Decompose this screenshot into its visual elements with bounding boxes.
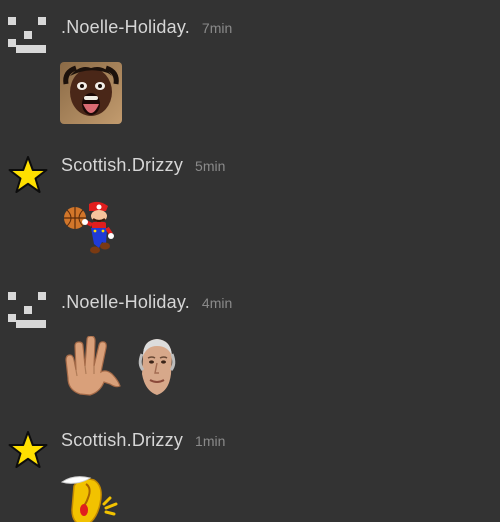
shocked-face-sticker[interactable] (60, 62, 122, 124)
message: .Noelle-Holiday. 4min (0, 292, 500, 402)
yellow-cartoon-sticker[interactable] (60, 474, 126, 522)
chat-feed: .Noelle-Holiday. 7min Scottish.Drizzy 5m… (0, 0, 500, 522)
timestamp: 1min (195, 433, 226, 449)
star-icon[interactable] (8, 155, 48, 195)
mario-basketball-sticker[interactable] (62, 200, 114, 260)
pixel-face-icon[interactable] (8, 17, 48, 57)
message-header: Scottish.Drizzy 5min (61, 155, 225, 176)
face-cutout-sticker[interactable] (135, 336, 179, 398)
message-header: Scottish.Drizzy 1min (61, 430, 225, 451)
waving-hand-sticker[interactable] (60, 336, 124, 398)
message-header: .Noelle-Holiday. 4min (61, 292, 232, 313)
timestamp: 7min (201, 20, 233, 36)
username[interactable]: .Noelle-Holiday. (61, 17, 190, 37)
message-header: .Noelle-Holiday. 7min (61, 17, 232, 38)
username[interactable]: Scottish.Drizzy (61, 430, 183, 450)
message: Scottish.Drizzy 5min (0, 155, 500, 265)
timestamp: 4min (201, 295, 233, 311)
username[interactable]: .Noelle-Holiday. (61, 292, 190, 312)
message: .Noelle-Holiday. 7min (0, 17, 500, 127)
username[interactable]: Scottish.Drizzy (61, 155, 183, 175)
pixel-face-icon[interactable] (8, 292, 48, 332)
message: Scottish.Drizzy 1min (0, 430, 500, 522)
timestamp: 5min (195, 158, 226, 174)
star-icon[interactable] (8, 430, 48, 470)
